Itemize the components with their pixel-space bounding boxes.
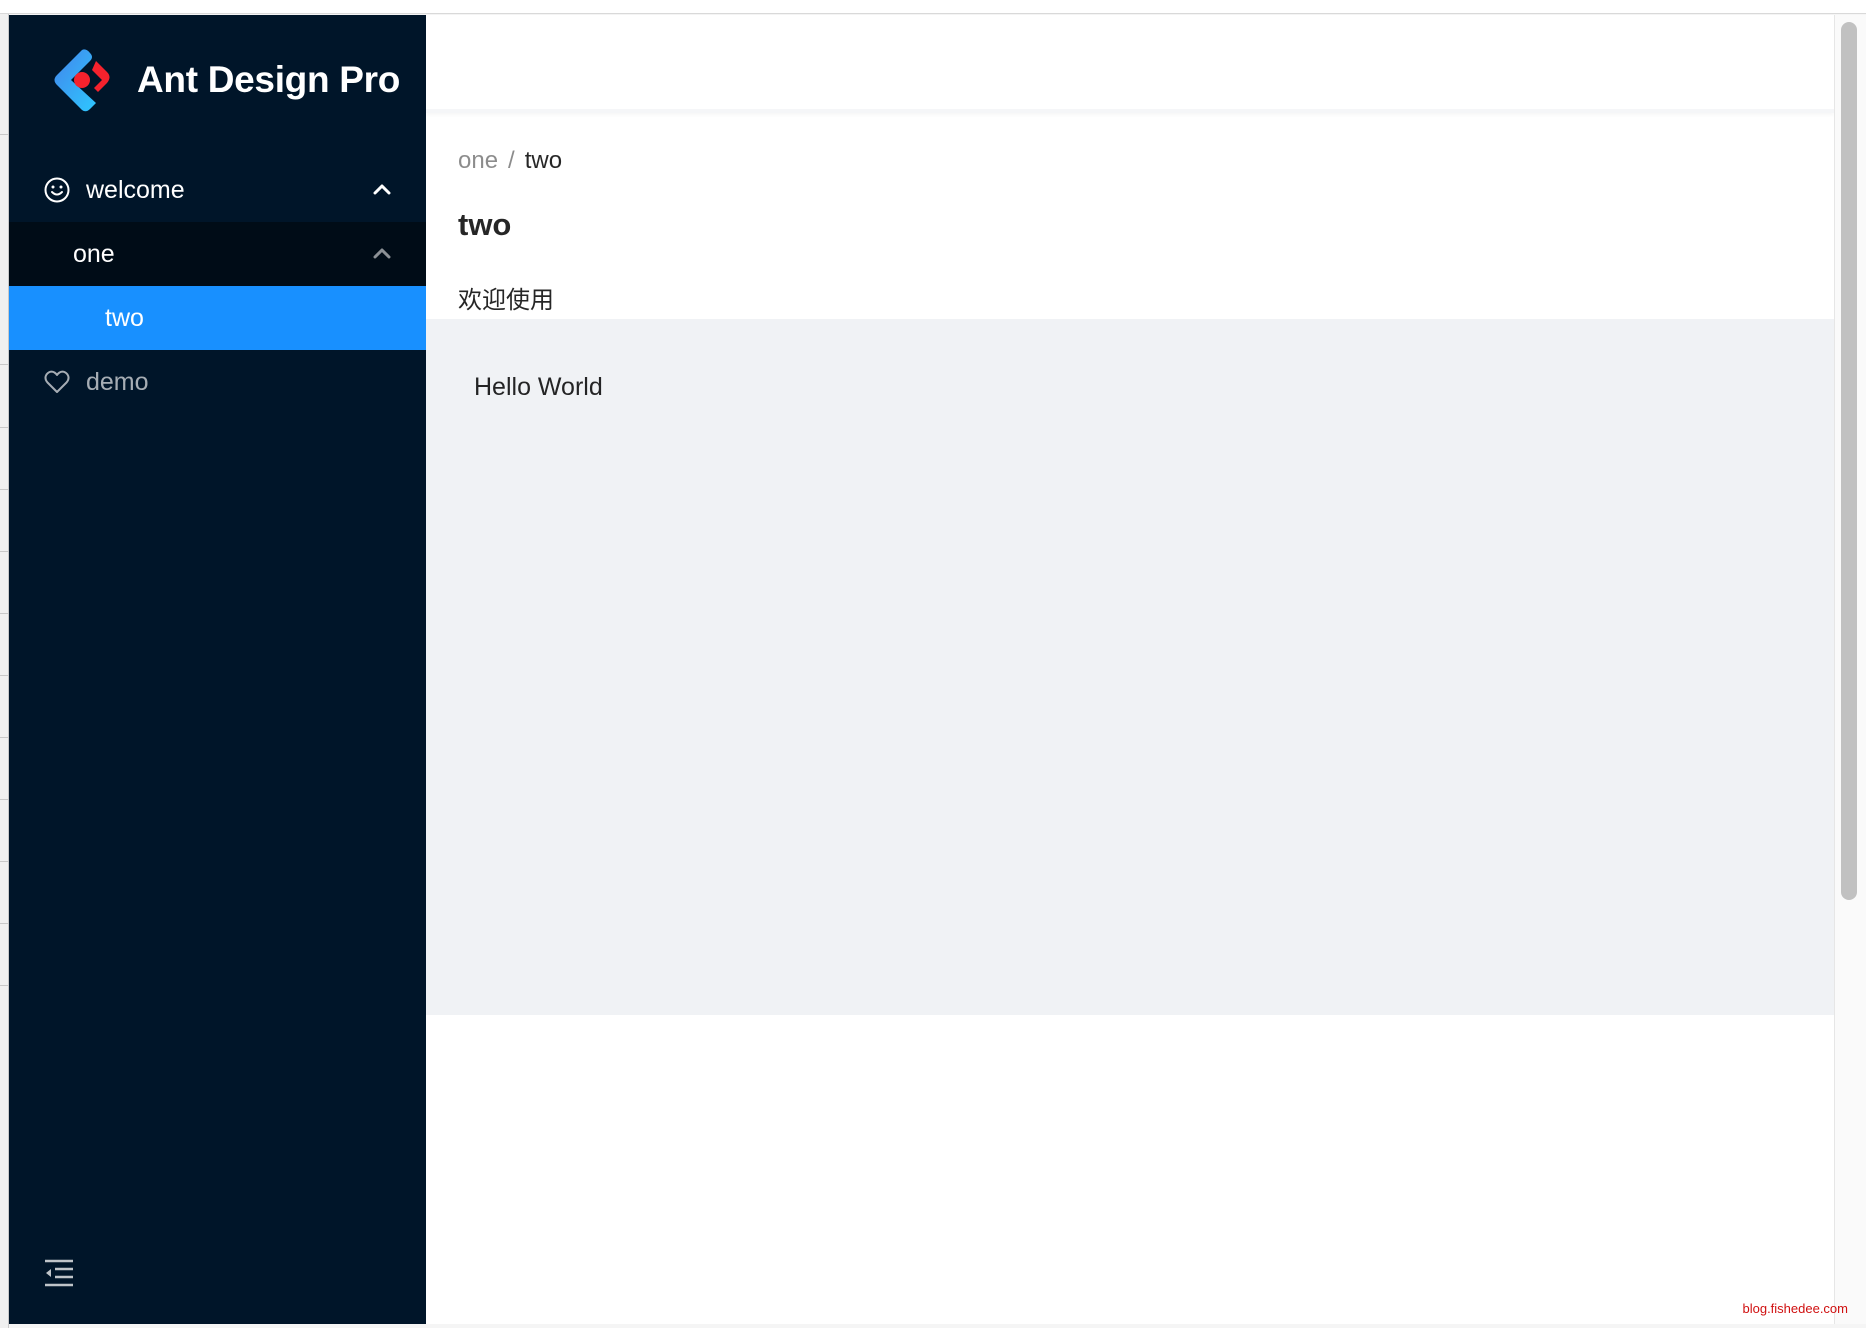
heart-icon — [44, 370, 70, 393]
breadcrumb-separator: / — [508, 147, 515, 174]
chevron-up-icon — [373, 248, 391, 259]
menu-fold-icon[interactable] — [43, 1258, 75, 1288]
sidebar-item-welcome[interactable]: welcome — [9, 158, 426, 222]
page-title: two — [458, 207, 512, 242]
sidebar-item-label: demo — [86, 367, 149, 396]
breadcrumb: one / two — [458, 147, 562, 175]
sidebar-item-label: one — [73, 239, 115, 268]
sidebar-item-two[interactable]: two — [9, 286, 426, 350]
submenu-welcome: one two — [9, 222, 426, 350]
chevron-up-icon — [373, 184, 391, 195]
window-top-edge — [0, 0, 1866, 14]
page-description: 欢迎使用 — [458, 287, 554, 314]
ant-design-logo-icon — [54, 49, 110, 112]
app-title: Ant Design Pro — [137, 59, 401, 100]
smile-icon — [44, 177, 70, 203]
scrollbar-thumb[interactable] — [1841, 22, 1857, 900]
page-content: Hello World — [426, 319, 1834, 1015]
page-header: one / two two 欢迎使用 — [426, 117, 1834, 319]
sidebar-menu: welcome one two demo — [9, 158, 426, 414]
breadcrumb-item-one[interactable]: one — [458, 147, 498, 174]
background-window-edge — [0, 14, 9, 1328]
sidebar-item-label: welcome — [86, 175, 185, 204]
sidebar-item-one[interactable]: one — [9, 222, 426, 286]
global-header — [426, 15, 1834, 113]
watermark: blog.fishedee.com — [1742, 1301, 1848, 1316]
sidebar-item-demo[interactable]: demo — [9, 350, 426, 414]
sidebar: Ant Design Pro welcome one two demo — [9, 15, 426, 1324]
main-area: one / two two 欢迎使用 Hello World — [426, 15, 1834, 1324]
sidebar-item-label: two — [105, 303, 144, 332]
logo-link[interactable]: Ant Design Pro — [9, 15, 426, 145]
breadcrumb-item-two: two — [524, 147, 563, 174]
content-text: Hello World — [474, 373, 603, 401]
